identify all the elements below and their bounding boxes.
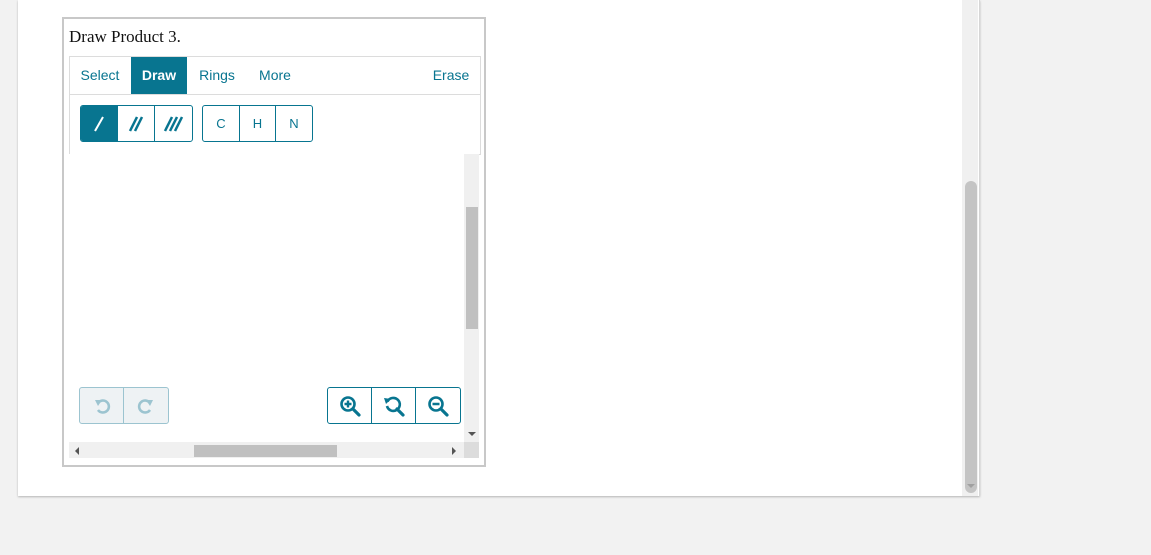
history-tool-group: [79, 387, 169, 424]
scroll-right-arrow-icon[interactable]: [452, 447, 456, 455]
undo-button[interactable]: [80, 388, 124, 423]
zoom-reset-button[interactable]: [372, 388, 416, 423]
scroll-left-arrow-icon[interactable]: [75, 447, 79, 455]
double-bond-icon: [128, 115, 144, 132]
molecule-editor-toolbar: Select Draw Rings More Erase C H N: [69, 56, 481, 155]
content-page: Draw Product 3. Select Draw Rings More E…: [18, 0, 980, 496]
tab-draw[interactable]: Draw: [131, 57, 187, 94]
atom-c-button[interactable]: C: [203, 106, 240, 141]
triple-bond-button[interactable]: [155, 106, 192, 141]
redo-icon: [137, 398, 153, 414]
zoom-in-icon: [339, 395, 361, 417]
zoom-tool-group: [327, 387, 461, 424]
canvas-horizontal-scroll-thumb[interactable]: [194, 445, 337, 457]
canvas-vertical-scrollbar[interactable]: [464, 154, 479, 442]
question-panel: Draw Product 3. Select Draw Rings More E…: [62, 17, 486, 467]
zoom-reset-icon: [383, 396, 405, 417]
single-bond-icon: [94, 116, 104, 131]
zoom-out-icon: [428, 395, 449, 417]
atom-tool-group: C H N: [202, 105, 313, 142]
atom-n-button[interactable]: N: [276, 106, 312, 141]
undo-icon: [94, 398, 110, 414]
tab-rings[interactable]: Rings: [188, 57, 246, 94]
zoom-in-button[interactable]: [328, 388, 372, 423]
page-scroll-down-arrow-icon[interactable]: [967, 484, 975, 488]
page-scroll-thumb[interactable]: [965, 181, 977, 493]
question-title: Draw Product 3.: [69, 27, 181, 46]
bond-tool-group: [80, 105, 193, 142]
triple-bond-icon: [163, 115, 183, 132]
tab-select[interactable]: Select: [70, 57, 130, 94]
redo-button[interactable]: [124, 388, 168, 423]
tab-erase[interactable]: Erase: [425, 57, 477, 94]
atom-h-button[interactable]: H: [240, 106, 276, 141]
editor-tabs: Select Draw Rings More Erase: [70, 57, 480, 95]
double-bond-button[interactable]: [118, 106, 155, 141]
scrollbar-corner: [464, 442, 479, 458]
tab-more[interactable]: More: [247, 57, 303, 94]
single-bond-button[interactable]: [81, 106, 118, 141]
scroll-down-arrow-icon[interactable]: [468, 432, 476, 436]
page-vertical-scrollbar[interactable]: [962, 0, 978, 496]
zoom-out-button[interactable]: [416, 388, 460, 423]
canvas-horizontal-scrollbar[interactable]: [69, 442, 464, 458]
canvas-vertical-scroll-thumb[interactable]: [466, 207, 478, 329]
